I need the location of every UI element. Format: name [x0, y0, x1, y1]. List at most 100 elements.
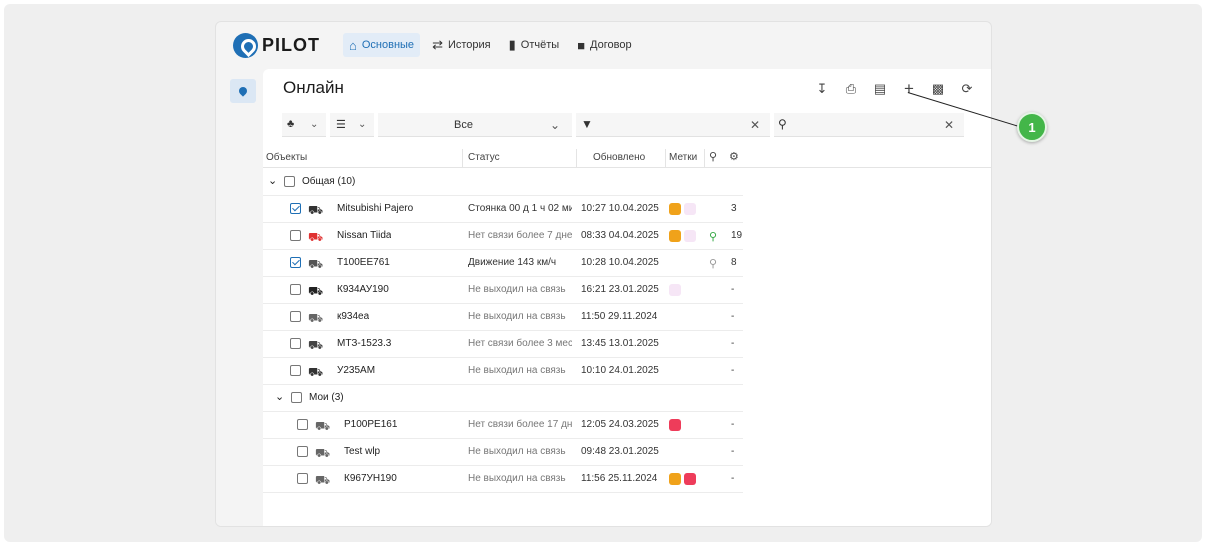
object-updated: 16:21 23.01.2025	[581, 284, 659, 295]
nav-contract-label: Договор	[590, 39, 632, 51]
group-row[interactable]: ⌄ Мои (3)	[263, 384, 743, 412]
table-row[interactable]: ⛟ К967УН190 Не выходил на связь 11:56 25.11…	[263, 465, 743, 493]
group-name: Общая (10)	[302, 176, 356, 187]
object-updated: 13:45 13.01.2025	[581, 338, 659, 349]
object-updated: 10:28 10.04.2025	[581, 257, 659, 268]
toolbar: ↧ ⎙ ▤ + ▩ ⟳	[814, 79, 975, 98]
map-pin-button[interactable]	[230, 79, 256, 103]
key-icon: ⚲	[709, 231, 718, 243]
row-checkbox[interactable]	[290, 338, 301, 349]
nav-history[interactable]: ⇄ История	[426, 33, 497, 57]
group-checkbox[interactable]	[291, 392, 302, 403]
nav-reports-label: Отчёты	[520, 39, 560, 51]
tag-badge[interactable]	[684, 203, 696, 215]
key-column-icon[interactable]: ⚲	[709, 150, 717, 163]
download-icon[interactable]: ↧	[814, 81, 830, 97]
object-status: Не выходил на связь	[468, 365, 566, 376]
vehicle-icon: ⛟	[315, 473, 331, 487]
object-extra: 19	[731, 230, 743, 241]
object-status: Нет связи более 17 дней	[468, 419, 572, 430]
row-checkbox[interactable]	[290, 203, 301, 214]
object-updated: 09:48 23.01.2025	[581, 446, 659, 457]
print-icon[interactable]: ⎙	[843, 81, 859, 97]
object-extra: -	[731, 446, 735, 457]
tag-badge[interactable]	[684, 473, 696, 485]
clear-search-icon[interactable]: ✕	[944, 118, 954, 132]
tag-badge[interactable]	[669, 473, 681, 485]
nav-history-label: История	[447, 39, 491, 51]
vehicle-icon: ⛟	[308, 311, 324, 325]
settings-column-icon[interactable]: ⚙	[729, 150, 739, 163]
table-row[interactable]: ⛟ Nissan Tiida Нет связи более 7 дней 08:33…	[263, 222, 743, 250]
chevron-down-icon: ⌄	[310, 119, 319, 130]
row-checkbox[interactable]	[297, 419, 308, 430]
group-checkbox[interactable]	[284, 176, 295, 187]
object-updated: 08:33 04.04.2025	[581, 230, 659, 241]
row-checkbox[interactable]	[297, 446, 308, 457]
row-checkbox[interactable]	[297, 473, 308, 484]
column-status[interactable]: Статус	[468, 152, 500, 163]
nav-main[interactable]: ⌂ Основные	[343, 33, 421, 57]
table-row[interactable]: ⛟ T100EE761 Движение 143 км/ч 10:28 10.04.2…	[263, 249, 743, 277]
object-status: Стоянка 00 д 1 ч 02 мин	[468, 203, 572, 214]
clear-filter-icon[interactable]: ✕	[750, 118, 760, 132]
column-tags[interactable]: Метки	[669, 152, 697, 163]
nav-main-label: Основные	[361, 39, 415, 51]
vehicle-icon: ⛟	[308, 230, 324, 244]
grouping-dropdown[interactable]: ☰ ⌄	[330, 113, 374, 137]
filter-icon: ▼	[581, 117, 593, 131]
chevron-down-icon[interactable]: ⌄	[275, 390, 284, 403]
tag-badge[interactable]	[669, 419, 681, 431]
table-row[interactable]: ⛟ Р100РЕ161 Нет связи более 17 дней 12:05 2…	[263, 411, 743, 439]
object-status: Движение 143 км/ч	[468, 257, 557, 268]
object-name: К934АУ190	[337, 284, 389, 295]
filter-input[interactable]: ▼ ✕	[576, 113, 770, 137]
home-icon: ⌂	[349, 37, 357, 53]
chevron-down-icon: ⌄	[550, 118, 561, 132]
object-name: T100EE761	[337, 257, 390, 268]
nav-contract[interactable]: ■ Договор	[571, 33, 637, 57]
pilot-logo-icon	[233, 32, 258, 58]
row-checkbox[interactable]	[290, 311, 301, 322]
object-extra: -	[731, 365, 735, 376]
tag-badge[interactable]	[669, 230, 681, 242]
object-status: Нет связи более 3 мес.	[468, 338, 572, 349]
search-input[interactable]: ⚲ ✕	[774, 113, 964, 137]
logo[interactable]: PILOT	[233, 32, 320, 58]
object-updated: 10:10 24.01.2025	[581, 365, 659, 376]
object-name: К967УН190	[344, 473, 397, 484]
refresh-icon[interactable]: ⟳	[959, 81, 975, 97]
tag-badge[interactable]	[669, 203, 681, 215]
report-icon: ▮	[508, 37, 516, 52]
row-checkbox[interactable]	[290, 230, 301, 241]
chevron-down-icon[interactable]: ⌄	[268, 174, 277, 187]
column-updated[interactable]: Обновлено	[593, 152, 645, 163]
table-row[interactable]: ⛟ к934еа Не выходил на связь 11:50 29.11.20…	[263, 303, 743, 331]
app-window: PILOT ⌂ Основные ⇄ История ▮ Отчёты ■ До…	[215, 21, 992, 527]
wallet-icon: ■	[577, 37, 586, 53]
top-nav: ⌂ Основные ⇄ История ▮ Отчёты ■ Договор	[343, 33, 638, 57]
paint-bucket-icon: ♣	[287, 118, 295, 130]
object-extra: -	[731, 419, 735, 430]
tag-badge[interactable]	[684, 230, 696, 242]
column-objects[interactable]: Объекты	[266, 152, 307, 163]
row-checkbox[interactable]	[290, 284, 301, 295]
tag-badge[interactable]	[669, 284, 681, 296]
row-checkbox[interactable]	[290, 365, 301, 376]
table-row[interactable]: ⛟ Test wlp Не выходил на связь 09:48 23.01.…	[263, 438, 743, 466]
object-status: Нет связи более 7 дней	[468, 230, 572, 241]
file-add-icon[interactable]: ▩	[930, 81, 946, 97]
chevron-down-icon: ⌄	[358, 119, 367, 130]
table-row[interactable]: ⛟ Mitsubishi Pajero Стоянка 00 д 1 ч 02 ми…	[263, 195, 743, 223]
logo-text: PILOT	[262, 34, 320, 55]
group-row[interactable]: ⌄ Общая (10)	[263, 168, 743, 196]
object-extra: 8	[731, 257, 737, 268]
nav-reports[interactable]: ▮ Отчёты	[503, 33, 566, 57]
table-row[interactable]: ⛟ У235АМ Не выходил на связь 10:10 24.01.20…	[263, 357, 743, 385]
color-filter-dropdown[interactable]: ♣ ⌄	[282, 113, 326, 137]
row-checkbox[interactable]	[290, 257, 301, 268]
folder-add-icon[interactable]: ▤	[872, 81, 888, 97]
table-row[interactable]: ⛟ МТЗ-1523.3 Нет связи более 3 мес. 13:45 1…	[263, 330, 743, 358]
table-row[interactable]: ⛟ К934АУ190 Не выходил на связь 16:21 23.01…	[263, 276, 743, 304]
status-select[interactable]: Все ⌄	[378, 113, 572, 137]
